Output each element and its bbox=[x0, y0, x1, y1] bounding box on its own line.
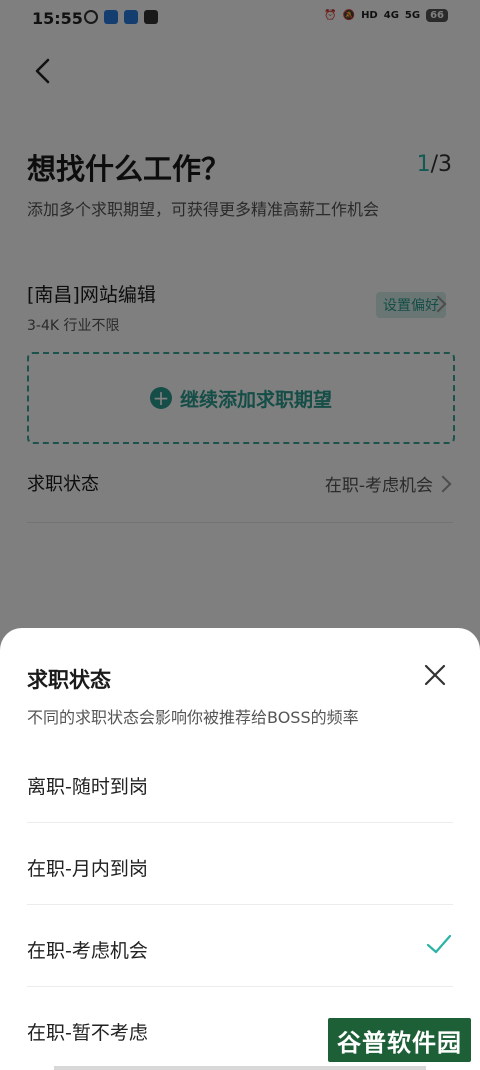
home-indicator bbox=[54, 1066, 426, 1070]
status-option-label: 在职-月内到岗 bbox=[27, 858, 148, 880]
watermark-logo: 谷普软件园 bbox=[328, 1018, 471, 1062]
status-option-label: 在职-暂不考虑 bbox=[27, 1022, 148, 1044]
status-option-within-month[interactable]: 在职-月内到岗 bbox=[27, 822, 453, 905]
job-status-bottom-sheet: 求职状态 不同的求职状态会影响你被推荐给BOSS的频率 离职-随时到岗 在职-月… bbox=[0, 628, 480, 1070]
sheet-title: 求职状态 bbox=[27, 668, 111, 692]
status-option-label: 在职-考虑机会 bbox=[27, 940, 148, 962]
check-icon bbox=[426, 934, 452, 954]
status-option-label: 离职-随时到岗 bbox=[27, 776, 148, 798]
close-icon[interactable] bbox=[422, 662, 448, 688]
status-option-considering[interactable]: 在职-考虑机会 bbox=[27, 904, 453, 987]
status-option-resigned[interactable]: 离职-随时到岗 bbox=[27, 740, 453, 823]
sheet-description: 不同的求职状态会影响你被推荐给BOSS的频率 bbox=[27, 708, 359, 727]
